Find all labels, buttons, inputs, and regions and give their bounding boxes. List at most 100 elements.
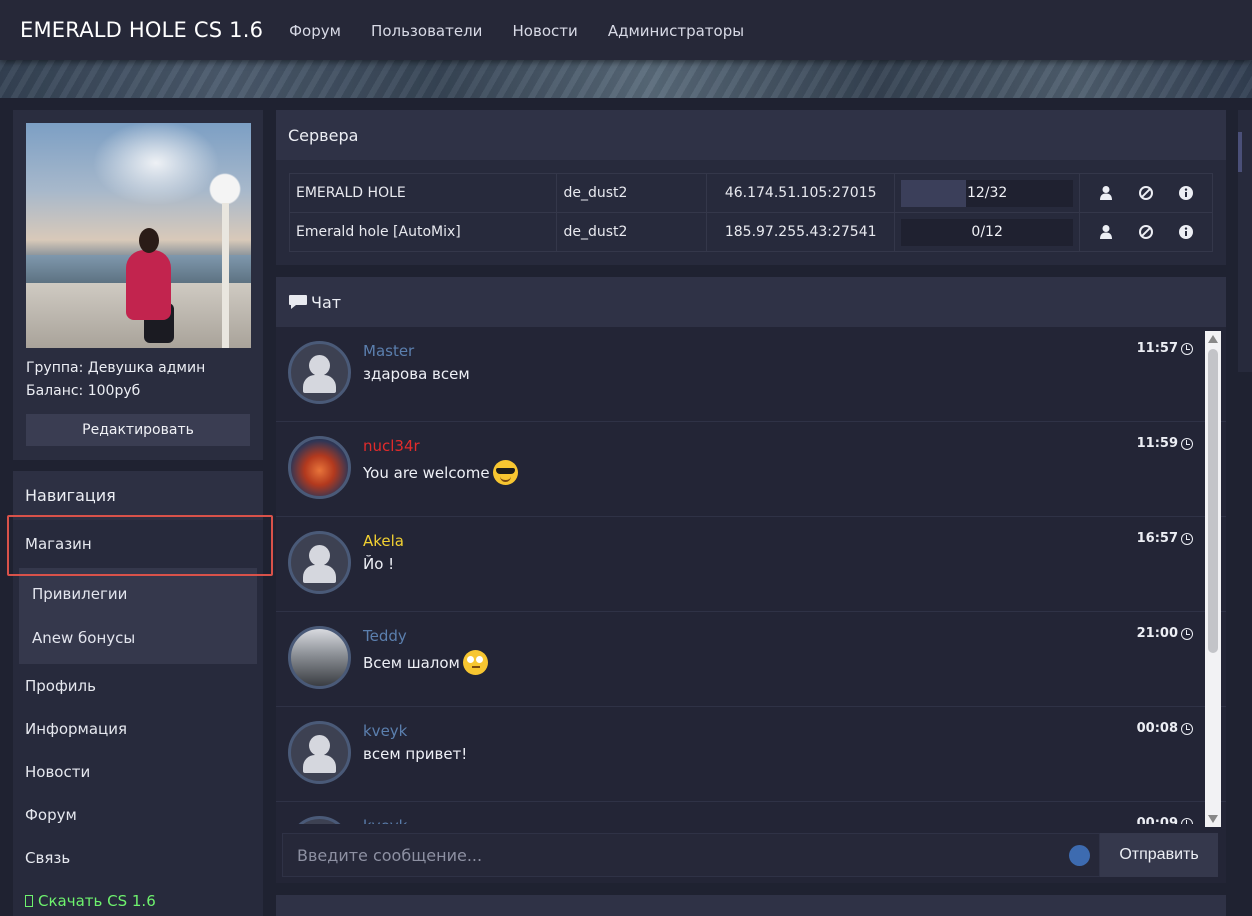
message-time-text: 11:59: [1136, 436, 1178, 451]
chat-input-row: Отправить: [282, 833, 1218, 877]
nav-forum-link[interactable]: Форум: [289, 22, 341, 40]
message-time: 11:59: [1137, 436, 1193, 451]
navigation-title: Навигация: [13, 471, 263, 520]
info-icon[interactable]: [1177, 223, 1195, 241]
chat-message-input[interactable]: [282, 833, 1100, 877]
message-time-text: 11:57: [1136, 341, 1178, 356]
ban-icon[interactable]: [1137, 223, 1155, 241]
profile-photo: [26, 123, 251, 348]
server-actions: [1079, 212, 1213, 252]
chat-message: kveyk 00:09: [276, 802, 1226, 824]
scroll-up-icon[interactable]: [1208, 335, 1218, 343]
message-nick[interactable]: Teddy: [363, 627, 407, 645]
profile-balance: Баланс: 100руб: [26, 383, 141, 399]
message-time: 16:57: [1137, 531, 1193, 546]
profile-group: Группа: Девушка админ: [26, 360, 206, 376]
message-time: 00:09: [1137, 816, 1193, 824]
message-avatar[interactable]: [288, 531, 351, 594]
message-avatar[interactable]: [288, 721, 351, 784]
message-text-content: всем привет!: [363, 745, 468, 763]
server-ip[interactable]: 46.174.51.105:27015: [706, 173, 896, 213]
scroll-thumb[interactable]: [1208, 349, 1218, 653]
user-icon[interactable]: [1097, 184, 1115, 202]
players-count: 12/32: [966, 185, 1008, 201]
send-button[interactable]: Отправить: [1100, 833, 1218, 877]
message-nick[interactable]: nucl34r: [363, 437, 420, 455]
message-text-content: Всем шалом: [363, 653, 460, 672]
nav-users-link[interactable]: Пользователи: [371, 22, 482, 40]
chat-message: kveyk всем привет! 00:08: [276, 707, 1226, 802]
clock-icon: [1181, 627, 1193, 640]
clock-icon: [1181, 817, 1193, 824]
site-title[interactable]: EMERALD HOLE CS 1.6: [20, 18, 263, 42]
emoji-cool-icon: [492, 460, 518, 485]
profile-card: Группа: Девушка админ Баланс: 100руб Ред…: [13, 110, 263, 460]
right-column: [1238, 110, 1252, 372]
nav-item-download-cs[interactable]: Скачать CS 1.6: [13, 879, 263, 916]
servers-table: EMERALD HOLE de_dust2 46.174.51.105:27015 1…: [288, 173, 1213, 252]
server-row[interactable]: EMERALD HOLE de_dust2 46.174.51.105:27015 1…: [288, 173, 1213, 213]
nav-item-anew-bonuses[interactable]: Anew бонусы: [19, 616, 257, 660]
nav-admins-link[interactable]: Администраторы: [608, 22, 744, 40]
emoji-picker-icon[interactable]: [1069, 845, 1090, 866]
message-avatar[interactable]: [288, 341, 351, 404]
players-count: 0/12: [971, 224, 1003, 240]
info-icon[interactable]: [1177, 184, 1195, 202]
chat-header: Чат: [276, 277, 1226, 327]
shop-highlight-box: [7, 515, 273, 576]
clock-icon: [1181, 437, 1193, 450]
server-actions: [1079, 173, 1213, 213]
next-card-header: [276, 895, 1226, 916]
message-text-content: Йо !: [363, 555, 395, 573]
user-icon[interactable]: [1097, 223, 1115, 241]
chat-messages[interactable]: Master здарова всем 11:57 nucl34r You are we…: [276, 327, 1226, 824]
message-text: Йо !: [363, 555, 394, 573]
nav-item-forum[interactable]: Форум: [13, 793, 263, 836]
players-bar: 0/12: [901, 218, 1074, 246]
clock-icon: [1181, 722, 1193, 735]
message-time: 00:08: [1137, 721, 1193, 736]
shop-submenu: Привилегии Anew бонусы: [19, 568, 257, 664]
server-name[interactable]: EMERALD HOLE: [288, 173, 558, 213]
nav-item-news[interactable]: Новости: [13, 750, 263, 793]
message-time-text: 16:57: [1136, 531, 1178, 546]
message-nick[interactable]: Akela: [363, 532, 404, 550]
download-icon: [25, 894, 33, 907]
clock-icon: [1181, 342, 1193, 355]
chat-title: Чат: [311, 292, 342, 312]
chat-scrollbar[interactable]: [1205, 331, 1221, 827]
main-content: Сервера EMERALD HOLE de_dust2 46.174.51.10…: [276, 110, 1226, 883]
download-label: Скачать CS 1.6: [38, 891, 156, 910]
message-nick[interactable]: Master: [363, 342, 414, 360]
nav-item-privileges[interactable]: Привилегии: [19, 572, 257, 616]
message-text-content: здарова всем: [363, 365, 470, 383]
server-ip[interactable]: 185.97.255.43:27541: [706, 212, 896, 252]
chat-message: Akela Йо ! 16:57: [276, 517, 1226, 612]
header-banner: [0, 60, 1252, 98]
top-navbar: EMERALD HOLE CS 1.6 Форум Пользователи Н…: [0, 0, 1252, 60]
nav-news-link[interactable]: Новости: [513, 22, 578, 40]
message-text: здарова всем: [363, 365, 470, 383]
sidebar: Группа: Девушка админ Баланс: 100руб Ред…: [13, 110, 263, 916]
edit-profile-button[interactable]: Редактировать: [26, 414, 250, 446]
message-time-text: 00:09: [1136, 816, 1178, 824]
chat-message: Teddy Всем шалом 21:00: [276, 612, 1226, 707]
ban-icon[interactable]: [1137, 184, 1155, 202]
message-nick[interactable]: kveyk: [363, 722, 407, 740]
message-nick[interactable]: kveyk: [363, 817, 407, 824]
scroll-down-icon[interactable]: [1208, 815, 1218, 823]
chat-message: nucl34r You are welcome 11:59: [276, 422, 1226, 517]
chat-message: Master здарова всем 11:57: [276, 327, 1226, 422]
top-nav: Форум Пользователи Новости Администратор…: [289, 21, 769, 40]
server-row[interactable]: Emerald hole [AutoMix] de_dust2 185.97.255…: [288, 212, 1213, 252]
message-avatar[interactable]: [288, 816, 351, 824]
nav-item-information[interactable]: Информация: [13, 707, 263, 750]
message-time: 21:00: [1137, 626, 1193, 641]
message-time: 11:57: [1137, 341, 1193, 356]
nav-item-contact[interactable]: Связь: [13, 836, 263, 879]
server-name[interactable]: Emerald hole [AutoMix]: [288, 212, 558, 252]
nav-item-profile[interactable]: Профиль: [13, 664, 263, 707]
message-avatar[interactable]: [288, 436, 351, 499]
clock-icon: [1181, 532, 1193, 545]
message-avatar[interactable]: [288, 626, 351, 689]
